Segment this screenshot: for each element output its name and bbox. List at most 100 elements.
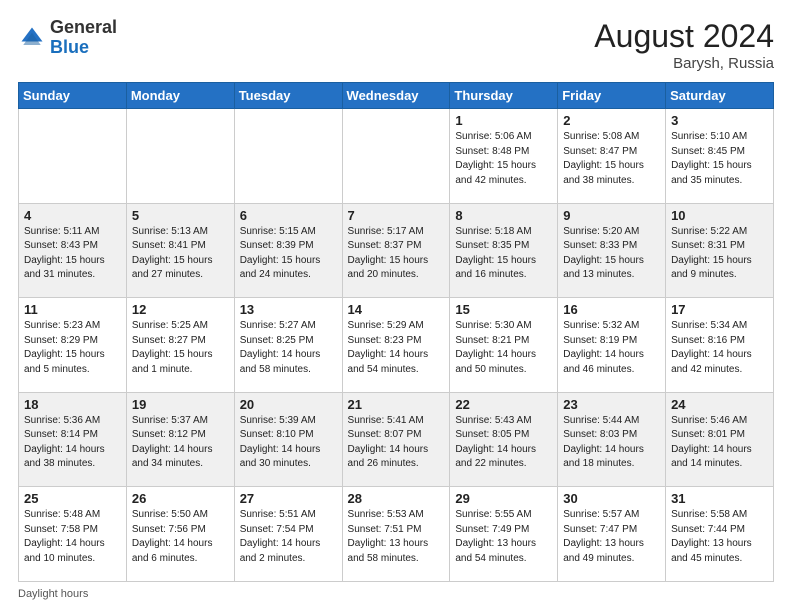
calendar-day: 1 Sunrise: 5:06 AM Sunset: 8:48 PM Daylig… <box>450 109 558 204</box>
day-info: Sunrise: 5:29 AM Sunset: 8:23 PM Dayligh… <box>348 319 445 377</box>
day-info: Sunrise: 5:22 AM Sunset: 8:31 PM Dayligh… <box>671 225 768 283</box>
day-number: 26 <box>132 491 229 506</box>
day-number: 19 <box>132 397 229 412</box>
calendar-day: 6 Sunrise: 5:15 AM Sunset: 8:39 PM Daylig… <box>234 203 342 298</box>
col-tuesday: Tuesday <box>234 83 342 109</box>
day-number: 8 <box>455 208 552 223</box>
calendar-week-3: 11 Sunrise: 5:23 AM Sunset: 8:29 PM Dayli… <box>19 298 774 393</box>
calendar-day: 4Sunrise: 5:11 AM Sunset: 8:43 PM Daylig… <box>19 203 127 298</box>
calendar-day: 30Sunrise: 5:57 AM Sunset: 7:47 PM Dayli… <box>558 487 666 582</box>
col-wednesday: Wednesday <box>342 83 450 109</box>
calendar-day: 10Sunrise: 5:22 AM Sunset: 8:31 PM Dayli… <box>666 203 774 298</box>
calendar-day: 8 Sunrise: 5:18 AM Sunset: 8:35 PM Daylig… <box>450 203 558 298</box>
calendar-day: 3 Sunrise: 5:10 AM Sunset: 8:45 PM Daylig… <box>666 109 774 204</box>
day-info: Sunrise: 5:44 AM Sunset: 8:03 PM Dayligh… <box>563 414 660 472</box>
day-number: 4 <box>24 208 121 223</box>
location: Barysh, Russia <box>594 55 774 72</box>
day-info: Sunrise: 5:20 AM Sunset: 8:33 PM Dayligh… <box>563 225 660 283</box>
calendar-day: 15 Sunrise: 5:30 AM Sunset: 8:21 PM Dayli… <box>450 298 558 393</box>
month-year: August 2024 <box>594 18 774 55</box>
day-info: Sunrise: 5:53 AM Sunset: 7:51 PM Dayligh… <box>348 508 445 566</box>
calendar-day: 20Sunrise: 5:39 AM Sunset: 8:10 PM Dayli… <box>234 392 342 487</box>
logo-icon <box>18 24 46 52</box>
day-number: 18 <box>24 397 121 412</box>
day-number: 3 <box>671 113 768 128</box>
col-monday: Monday <box>126 83 234 109</box>
header: General Blue August 2024 Barysh, Russia <box>18 18 774 72</box>
calendar-day: 13Sunrise: 5:27 AM Sunset: 8:25 PM Dayli… <box>234 298 342 393</box>
day-number: 12 <box>132 302 229 317</box>
day-info: Sunrise: 5:37 AM Sunset: 8:12 PM Dayligh… <box>132 414 229 472</box>
day-info: Sunrise: 5:17 AM Sunset: 8:37 PM Dayligh… <box>348 225 445 283</box>
day-info: Sunrise: 5:06 AM Sunset: 8:48 PM Dayligh… <box>455 130 552 188</box>
col-sunday: Sunday <box>19 83 127 109</box>
calendar-week-4: 18 Sunrise: 5:36 AM Sunset: 8:14 PM Dayli… <box>19 392 774 487</box>
day-number: 27 <box>240 491 337 506</box>
calendar-week-5: 25Sunrise: 5:48 AM Sunset: 7:58 PM Dayli… <box>19 487 774 582</box>
day-number: 29 <box>455 491 552 506</box>
day-info: Sunrise: 5:32 AM Sunset: 8:19 PM Dayligh… <box>563 319 660 377</box>
day-number: 14 <box>348 302 445 317</box>
day-number: 7 <box>348 208 445 223</box>
calendar-day: 14 Sunrise: 5:29 AM Sunset: 8:23 PM Dayli… <box>342 298 450 393</box>
day-number: 25 <box>24 491 121 506</box>
day-number: 30 <box>563 491 660 506</box>
day-info: Sunrise: 5:13 AM Sunset: 8:41 PM Dayligh… <box>132 225 229 283</box>
calendar-day: 16 Sunrise: 5:32 AM Sunset: 8:19 PM Dayli… <box>558 298 666 393</box>
day-info: Sunrise: 5:43 AM Sunset: 8:05 PM Dayligh… <box>455 414 552 472</box>
calendar-day: 27 Sunrise: 5:51 AM Sunset: 7:54 PM Dayli… <box>234 487 342 582</box>
day-number: 16 <box>563 302 660 317</box>
day-number: 23 <box>563 397 660 412</box>
day-info: Sunrise: 5:34 AM Sunset: 8:16 PM Dayligh… <box>671 319 768 377</box>
day-info: Sunrise: 5:15 AM Sunset: 8:39 PM Dayligh… <box>240 225 337 283</box>
col-thursday: Thursday <box>450 83 558 109</box>
day-number: 5 <box>132 208 229 223</box>
calendar-day: 18 Sunrise: 5:36 AM Sunset: 8:14 PM Dayli… <box>19 392 127 487</box>
calendar-day <box>126 109 234 204</box>
day-number: 31 <box>671 491 768 506</box>
day-info: Sunrise: 5:46 AM Sunset: 8:01 PM Dayligh… <box>671 414 768 472</box>
calendar-day: 22Sunrise: 5:43 AM Sunset: 8:05 PM Dayli… <box>450 392 558 487</box>
day-info: Sunrise: 5:58 AM Sunset: 7:44 PM Dayligh… <box>671 508 768 566</box>
calendar-table: Sunday Monday Tuesday Wednesday Thursday… <box>18 82 774 582</box>
day-number: 24 <box>671 397 768 412</box>
day-info: Sunrise: 5:30 AM Sunset: 8:21 PM Dayligh… <box>455 319 552 377</box>
day-number: 9 <box>563 208 660 223</box>
day-number: 15 <box>455 302 552 317</box>
calendar-day: 28Sunrise: 5:53 AM Sunset: 7:51 PM Dayli… <box>342 487 450 582</box>
calendar-day: 7 Sunrise: 5:17 AM Sunset: 8:37 PM Daylig… <box>342 203 450 298</box>
calendar-day: 2Sunrise: 5:08 AM Sunset: 8:47 PM Daylig… <box>558 109 666 204</box>
page: General Blue August 2024 Barysh, Russia … <box>0 0 792 612</box>
day-info: Sunrise: 5:08 AM Sunset: 8:47 PM Dayligh… <box>563 130 660 188</box>
calendar-day: 19 Sunrise: 5:37 AM Sunset: 8:12 PM Dayli… <box>126 392 234 487</box>
logo-blue: Blue <box>50 37 89 57</box>
day-info: Sunrise: 5:36 AM Sunset: 8:14 PM Dayligh… <box>24 414 121 472</box>
calendar-day: 23 Sunrise: 5:44 AM Sunset: 8:03 PM Dayli… <box>558 392 666 487</box>
calendar-day: 31 Sunrise: 5:58 AM Sunset: 7:44 PM Dayli… <box>666 487 774 582</box>
calendar-week-1: 1 Sunrise: 5:06 AM Sunset: 8:48 PM Daylig… <box>19 109 774 204</box>
day-number: 1 <box>455 113 552 128</box>
day-info: Sunrise: 5:41 AM Sunset: 8:07 PM Dayligh… <box>348 414 445 472</box>
calendar-day <box>234 109 342 204</box>
logo-general: General <box>50 17 117 37</box>
daylight-hours-label: Daylight hours <box>18 588 88 600</box>
day-info: Sunrise: 5:10 AM Sunset: 8:45 PM Dayligh… <box>671 130 768 188</box>
calendar-day: 9 Sunrise: 5:20 AM Sunset: 8:33 PM Daylig… <box>558 203 666 298</box>
day-info: Sunrise: 5:25 AM Sunset: 8:27 PM Dayligh… <box>132 319 229 377</box>
footer: Daylight hours <box>18 588 774 600</box>
calendar-day <box>342 109 450 204</box>
header-row: Sunday Monday Tuesday Wednesday Thursday… <box>19 83 774 109</box>
logo-text: General Blue <box>50 18 117 58</box>
day-number: 6 <box>240 208 337 223</box>
day-info: Sunrise: 5:18 AM Sunset: 8:35 PM Dayligh… <box>455 225 552 283</box>
day-info: Sunrise: 5:51 AM Sunset: 7:54 PM Dayligh… <box>240 508 337 566</box>
day-number: 11 <box>24 302 121 317</box>
day-info: Sunrise: 5:55 AM Sunset: 7:49 PM Dayligh… <box>455 508 552 566</box>
col-saturday: Saturday <box>666 83 774 109</box>
day-info: Sunrise: 5:23 AM Sunset: 8:29 PM Dayligh… <box>24 319 121 377</box>
day-number: 17 <box>671 302 768 317</box>
day-info: Sunrise: 5:27 AM Sunset: 8:25 PM Dayligh… <box>240 319 337 377</box>
calendar-day: 12 Sunrise: 5:25 AM Sunset: 8:27 PM Dayli… <box>126 298 234 393</box>
calendar-day: 5 Sunrise: 5:13 AM Sunset: 8:41 PM Daylig… <box>126 203 234 298</box>
logo: General Blue <box>18 18 117 58</box>
